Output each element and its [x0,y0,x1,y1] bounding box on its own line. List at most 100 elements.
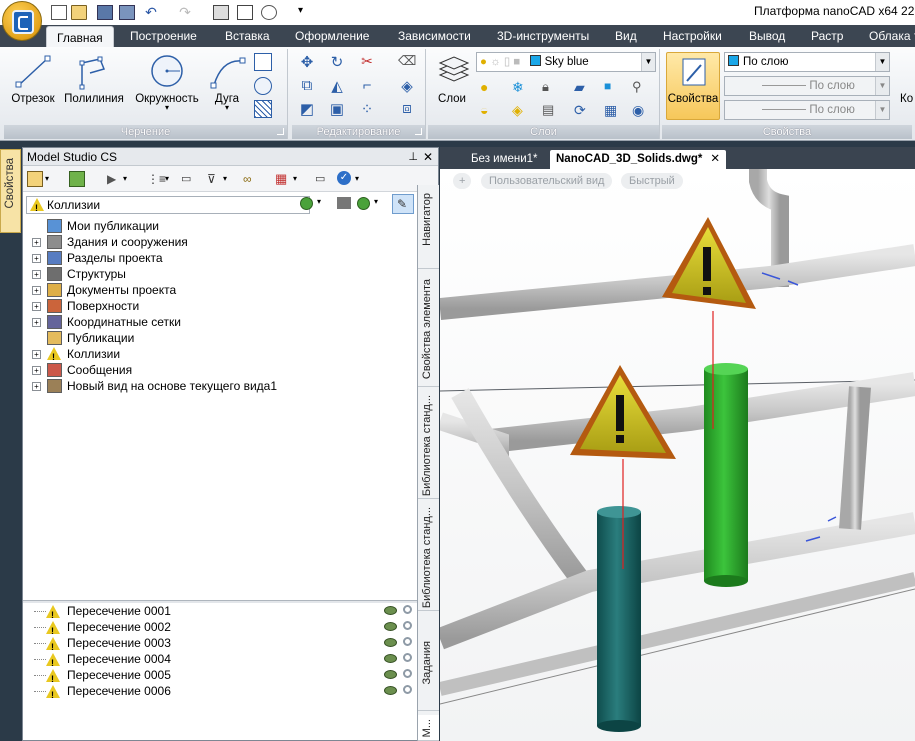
polyline-button[interactable]: Полилиния [62,53,126,105]
erase-icon[interactable]: ⌫ [398,53,416,71]
tree-item[interactable]: + Структуры [23,266,438,282]
circle-button[interactable]: Окружность ▾ [130,53,204,112]
layer-lock-icon[interactable]: 🔒︎ [542,79,560,97]
layer-isolate-icon[interactable]: ⚲ [632,79,650,97]
link-icon[interactable] [261,5,277,20]
visibility-eye-icon[interactable] [384,638,397,647]
expand-toggle-icon[interactable]: + [32,366,41,375]
tree-view-icon[interactable]: ⋮≡ [147,171,166,187]
model-viewport[interactable]: + Пользовательский вид Быстрый [440,169,915,741]
save-icon[interactable] [97,5,113,20]
tree-item[interactable]: + Коллизии [23,346,438,365]
pipe-right-vertical[interactable] [839,386,871,530]
layer-change-icon[interactable]: ⟳ [574,102,592,120]
tree-item[interactable]: + Координатные сетки [23,314,438,330]
explode-icon[interactable]: ◈ [398,77,416,95]
expand-toggle-icon[interactable]: + [32,382,41,391]
tab-3d-tools[interactable]: 3D-инструменты [497,25,589,47]
pipe-lower[interactable] [440,512,915,650]
viewport-add-button[interactable]: + [453,173,472,189]
view-selector[interactable]: Пользовательский вид [481,173,613,189]
scale-icon[interactable]: ▣ [328,100,346,118]
visibility-eye-icon[interactable] [384,622,397,631]
collision-marker-1[interactable] [662,217,756,309]
tab-settings[interactable]: Настройки [663,25,722,47]
check-dropdown-icon[interactable]: ▾ [355,171,371,187]
tab-point-clouds[interactable]: Облака т [869,25,915,47]
print-icon[interactable] [213,5,229,20]
visibility-eye-icon[interactable] [384,670,397,679]
tab-navigator[interactable]: Навигатор [418,185,439,269]
rotate-icon[interactable]: ↻ [328,53,346,71]
move-icon[interactable]: ✥ [298,53,316,71]
hatch-icon[interactable] [254,100,272,118]
layer-walk-icon[interactable]: ◈ [512,102,530,120]
properties-button[interactable]: Свойства [666,52,720,120]
app-menu-button[interactable] [2,1,42,41]
layer-current-icon[interactable]: ■ [604,79,622,97]
visibility-eye-icon[interactable] [384,686,397,695]
zoom-to-icon[interactable] [403,605,412,614]
fillet-icon[interactable]: ⌐ [358,77,376,95]
grid-settings-icon[interactable]: ▦ [275,171,291,187]
tab-view[interactable]: Вид [615,25,637,47]
tree-dropdown-icon[interactable]: ▾ [165,171,181,187]
layer-unlock-icon[interactable]: ▤ [542,102,560,120]
intersection-row[interactable]: Пересечение 0006 [23,683,438,703]
expand-toggle-icon[interactable]: + [32,254,41,263]
zoom-to-icon[interactable] [403,669,412,678]
expand-toggle-icon[interactable]: + [32,270,41,279]
pin-icon[interactable]: ⊥ [408,148,418,166]
filter-icon[interactable]: ⊽ [207,171,223,187]
tree-item[interactable]: Мои публикации [23,218,438,234]
zoom-to-icon[interactable] [403,685,412,694]
green-column[interactable] [704,363,748,587]
open-dropdown-icon[interactable]: ▾ [45,171,61,187]
stretch-icon[interactable]: ◩ [298,100,316,118]
layer-states-icon[interactable]: ◉ [632,102,650,120]
visibility-eye-icon[interactable] [384,606,397,615]
undo-icon[interactable]: ↶ [143,5,159,20]
tree-item[interactable]: + Разделы проекта [23,250,438,266]
new-document-icon[interactable] [51,5,67,20]
intersection-row[interactable]: Пересечение 0004 [23,651,438,671]
filter-dropdown-icon[interactable]: ▾ [223,171,239,187]
teal-column[interactable] [597,506,641,732]
close-tab-icon[interactable]: ✕ [710,153,720,165]
tree-item[interactable]: + Сообщения [23,362,438,378]
layer-previous-icon[interactable]: ▦ [604,102,622,120]
tab-insert[interactable]: Вставка [225,25,270,47]
array-icon[interactable]: ⁘ [358,100,376,118]
intersection-row[interactable]: Пересечение 0003 [23,635,438,655]
doc-tab-untitled[interactable]: Без имени1* [465,150,544,169]
refresh-icon[interactable] [69,171,85,187]
quick-access-more-button[interactable]: ▾ [298,5,314,20]
linetype-combo[interactable]: По слою ▼ [724,76,890,96]
tab-output[interactable]: Вывод [749,25,785,47]
pick-in-model-button[interactable]: ✎ [392,194,414,214]
window-icon[interactable]: ▭ [315,171,331,187]
settings-dropdown-icon[interactable]: ▾ [293,171,309,187]
doc-tab-solids[interactable]: NanoCAD_3D_Solids.dwg* ✕ [550,150,726,169]
binoculars-icon[interactable]: ∞ [243,171,259,187]
folder-icon[interactable] [337,197,351,209]
tab-design[interactable]: Оформление [295,25,369,47]
mirror-icon[interactable]: ◭ [328,77,346,95]
expand-toggle-icon[interactable]: + [32,350,41,359]
save-as-icon[interactable] [119,5,135,20]
layer-off-icon[interactable]: ◒ [480,102,498,120]
ellipse-icon[interactable] [254,77,272,95]
tree-item[interactable]: Публикации [23,330,438,346]
tab-build[interactable]: Построение [130,25,197,47]
layer-freeze-icon[interactable]: ❄ [512,79,530,97]
run-check-icon[interactable] [357,197,370,210]
tree-item[interactable]: + Здания и сооружения [23,234,438,250]
layer-match-icon[interactable]: ▰ [574,79,592,97]
run-dropdown-icon[interactable]: ▾ [123,171,139,187]
3d-scene[interactable] [440,169,915,741]
open-project-icon[interactable] [27,171,43,187]
tab-element-properties[interactable]: Свойства элемента [418,269,439,387]
expand-toggle-icon[interactable]: + [32,238,41,247]
lineweight-combo[interactable]: По слою ▼ [724,100,890,120]
measure-icon[interactable] [237,5,253,20]
